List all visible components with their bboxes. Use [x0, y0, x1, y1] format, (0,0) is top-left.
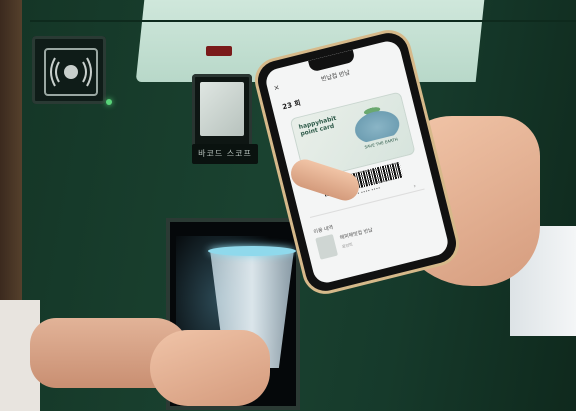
card-brand: happyhabit point card [298, 114, 338, 138]
chevron-right-icon[interactable]: › [413, 183, 417, 190]
scanner-label: 바코드 스코프 [192, 144, 258, 164]
history-item[interactable]: 해피해빗컵 반납 [339, 226, 373, 241]
machine-frame-edge [30, 20, 576, 22]
photo-scene: 바코드 스코프 ✕ 반납컵 반납 23 회 happyhabit point c… [0, 0, 576, 411]
item-thumbnail [315, 234, 339, 260]
left-hand [150, 330, 270, 406]
return-count: 23 회 [281, 98, 302, 112]
nfc-contactless-icon [44, 48, 98, 96]
status-led [106, 99, 112, 105]
history-item-sub: 포인트 [341, 241, 354, 250]
cup-rim [208, 246, 296, 256]
red-indicator-light [206, 46, 232, 56]
scanner-glass [200, 82, 244, 136]
